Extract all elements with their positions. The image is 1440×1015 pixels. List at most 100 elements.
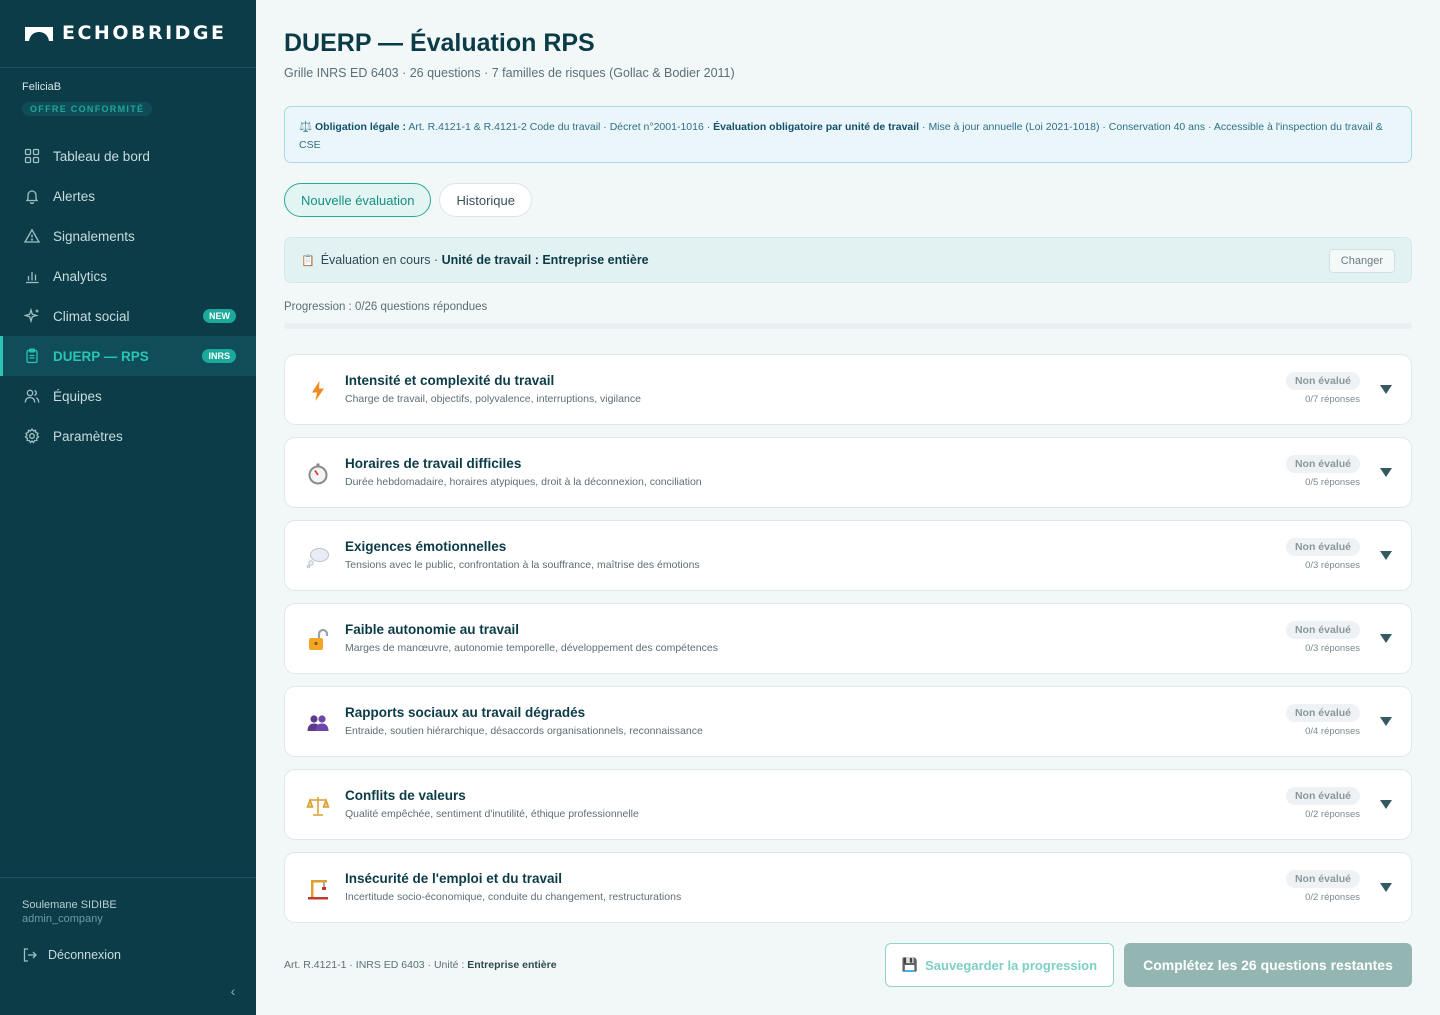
construction-crane-icon xyxy=(304,875,332,903)
user-role: admin_company xyxy=(22,913,103,925)
chevron-down-icon[interactable] xyxy=(1379,631,1393,645)
sidebar-item-parametres[interactable]: Paramètres xyxy=(0,416,256,456)
risk-family-card[interactable]: Intensité et complexité du travail Charg… xyxy=(284,354,1412,425)
page-subtitle: Grille INRS ED 6403 · 26 questions · 7 f… xyxy=(284,66,735,80)
page-title: DUERP — Évaluation RPS xyxy=(284,29,595,57)
answer-count: 0/4 réponses xyxy=(1305,726,1360,737)
risk-family-card[interactable]: Horaires de travail difficiles Durée heb… xyxy=(284,437,1412,508)
user-summary: FeliciaB OFFRE CONFORMITÉ xyxy=(22,81,153,117)
new-badge: NEW xyxy=(203,309,236,323)
family-description: Durée hebdomadaire, horaires atypiques, … xyxy=(345,476,702,488)
sidebar-nav: Tableau de bord Alertes Signalements Ana… xyxy=(0,136,256,456)
family-description: Incertitude socio-économique, conduite d… xyxy=(345,891,682,903)
chevron-down-icon[interactable] xyxy=(1379,714,1393,728)
sidebar-item-label: DUERP — RPS xyxy=(53,348,149,364)
brand-name: ECHOBRIDGE xyxy=(62,22,227,44)
bridge-logo-icon xyxy=(25,27,53,41)
bell-icon xyxy=(24,188,40,204)
evaluation-tabs: Nouvelle évaluation Historique xyxy=(284,183,532,217)
scales-icon: ⚖️ xyxy=(299,121,313,133)
clipboard-icon: 📋 xyxy=(301,254,315,267)
status-badge: Non évalué xyxy=(1285,870,1360,888)
legal-label: Obligation légale : xyxy=(315,121,407,133)
current-user: Soulemane SIDIBE admin_company xyxy=(22,899,117,925)
answer-count: 0/3 réponses xyxy=(1305,560,1360,571)
chevron-down-icon[interactable] xyxy=(1379,880,1393,894)
sidebar-item-climat-social[interactable]: Climat social NEW xyxy=(0,296,256,336)
sidebar-item-tableau-de-bord[interactable]: Tableau de bord xyxy=(0,136,256,176)
answer-count: 0/2 réponses xyxy=(1305,892,1360,903)
sidebar-item-label: Analytics xyxy=(53,268,108,284)
sidebar-item-alertes[interactable]: Alertes xyxy=(0,176,256,216)
plan-badge: OFFRE CONFORMITÉ xyxy=(22,102,153,116)
username: FeliciaB xyxy=(22,81,62,93)
logout-label: Déconnexion xyxy=(48,948,121,962)
chevron-down-icon[interactable] xyxy=(1379,382,1393,396)
scales-icon xyxy=(304,792,332,820)
tab-historique[interactable]: Historique xyxy=(439,183,532,217)
answer-count: 0/3 réponses xyxy=(1305,643,1360,654)
save-progress-button[interactable]: 💾 Sauvegarder la progression xyxy=(885,943,1114,987)
warning-triangle-icon xyxy=(24,228,40,244)
family-title: Conflits de valeurs xyxy=(345,788,466,803)
change-unit-button[interactable]: Changer xyxy=(1328,249,1395,273)
family-description: Entraide, soutien hiérarchique, désaccor… xyxy=(345,725,703,737)
family-title: Rapports sociaux au travail dégradés xyxy=(345,705,586,720)
family-title: Faible autonomie au travail xyxy=(345,622,520,637)
complete-questions-button[interactable]: Complétez les 26 questions restantes xyxy=(1124,943,1412,987)
thought-bubble-icon xyxy=(304,543,332,571)
answer-count: 0/5 réponses xyxy=(1305,477,1360,488)
footer-ref-unit: Entreprise entière xyxy=(467,959,557,971)
footer-reference: Art. R.4121-1 · INRS ED 6403 · Unité : E… xyxy=(284,959,557,971)
sidebar-item-analytics[interactable]: Analytics xyxy=(0,256,256,296)
tab-nouvelle-evaluation[interactable]: Nouvelle évaluation xyxy=(284,183,432,217)
users-icon xyxy=(24,388,40,404)
sidebar-item-label: Climat social xyxy=(53,308,130,324)
grid-icon xyxy=(24,148,40,164)
lightning-icon xyxy=(304,377,332,405)
footer-ref-prefix: Art. R.4121-1 · INRS ED 6403 · Unité : xyxy=(284,959,468,971)
sidebar: ECHOBRIDGE FeliciaB OFFRE CONFORMITÉ Tab… xyxy=(0,0,256,1015)
risk-family-card[interactable]: Faible autonomie au travail Marges de ma… xyxy=(284,603,1412,674)
legal-text-1: Art. R.4121-1 & R.4121-2 Code du travail… xyxy=(406,121,714,133)
risk-family-card[interactable]: Conflits de valeurs Qualité empêchée, se… xyxy=(284,769,1412,840)
current-eval-prefix: Évaluation en cours · xyxy=(320,253,439,267)
family-description: Marges de manœuvre, autonomie temporelle… xyxy=(345,642,718,654)
family-title: Exigences émotionnelles xyxy=(345,539,507,554)
inrs-badge: INRS xyxy=(202,349,236,363)
sidebar-item-label: Alertes xyxy=(53,188,96,204)
current-evaluation-banner: 📋 Évaluation en cours · Unité de travail… xyxy=(284,237,1412,283)
work-unit-label: Unité de travail : Entreprise entière xyxy=(441,253,649,267)
status-badge: Non évalué xyxy=(1285,787,1360,805)
chevron-down-icon[interactable] xyxy=(1379,797,1393,811)
chevron-down-icon[interactable] xyxy=(1379,548,1393,562)
sidebar-divider xyxy=(0,877,256,878)
clipboard-icon xyxy=(24,348,40,364)
logout-button[interactable]: Déconnexion xyxy=(22,947,121,963)
chevron-down-icon[interactable] xyxy=(1379,465,1393,479)
family-title: Horaires de travail difficiles xyxy=(345,456,522,471)
sidebar-item-label: Signalements xyxy=(53,228,135,244)
brand-logo[interactable]: ECHOBRIDGE xyxy=(24,22,227,44)
sidebar-divider xyxy=(0,67,256,68)
risk-family-card[interactable]: Insécurité de l'emploi et du travail Inc… xyxy=(284,852,1412,923)
sidebar-item-equipes[interactable]: Équipes xyxy=(0,376,256,416)
sidebar-item-signalements[interactable]: Signalements xyxy=(0,216,256,256)
family-title: Intensité et complexité du travail xyxy=(345,373,555,388)
sparkle-icon xyxy=(24,308,40,324)
user-full-name: Soulemane SIDIBE xyxy=(22,899,117,911)
family-description: Tensions avec le public, confrontation à… xyxy=(345,559,700,571)
save-progress-label: Sauvegarder la progression xyxy=(925,957,1098,973)
sidebar-item-label: Tableau de bord xyxy=(53,148,150,164)
gear-icon xyxy=(24,428,40,444)
family-description: Charge de travail, objectifs, polyvalenc… xyxy=(345,393,641,405)
sidebar-item-duerp-rps[interactable]: DUERP — RPS INRS xyxy=(0,336,256,376)
collapse-sidebar-icon[interactable]: ‹ xyxy=(226,983,240,999)
family-description: Qualité empêchée, sentiment d'inutilité,… xyxy=(345,808,639,820)
stopwatch-icon xyxy=(304,460,332,488)
bar-chart-icon xyxy=(24,268,40,284)
risk-family-card[interactable]: Exigences émotionnelles Tensions avec le… xyxy=(284,520,1412,591)
risk-family-card[interactable]: Rapports sociaux au travail dégradés Ent… xyxy=(284,686,1412,757)
logout-icon xyxy=(23,948,37,962)
floppy-disk-icon: 💾 xyxy=(901,957,919,972)
